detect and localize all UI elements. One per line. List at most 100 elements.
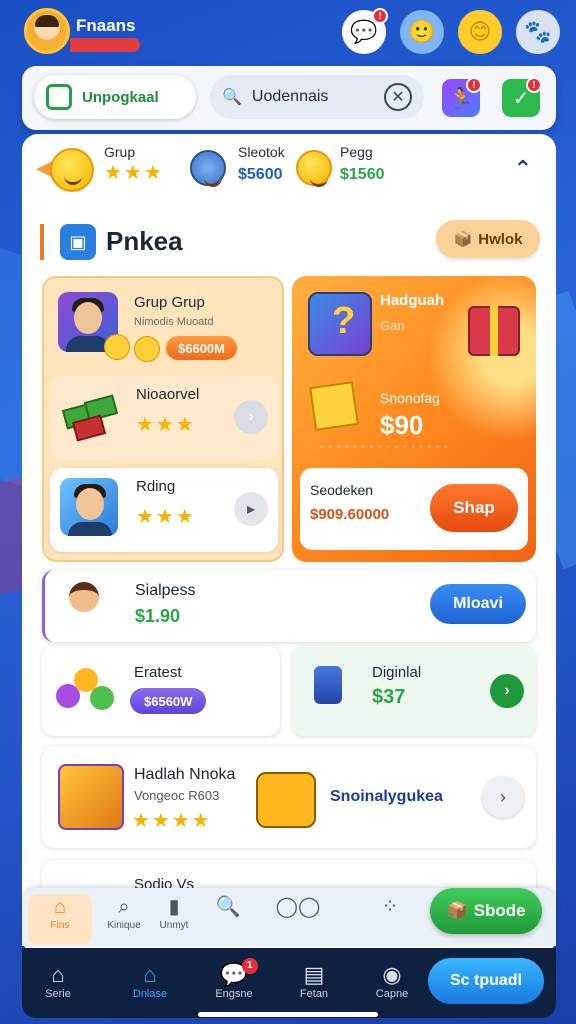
search-value: Uodennais [251,88,329,105]
item-name: Diginlal [372,664,422,681]
star-rating: ★★★ [136,414,196,436]
price-pill[interactable]: $6600M [166,336,237,360]
tab-find[interactable]: 🔍 [196,894,260,944]
players-row: ◀ Grup ★★★ Sleotok $5600 Pegg $1560 ⌃ [22,134,556,210]
list-item[interactable]: Hadlah Nnoka Vongeoc R603 ★★★★ Snoinalyg… [42,746,536,848]
nav-label: Dnlase [132,988,168,1000]
cash-icon [60,388,124,444]
list-item[interactable]: Diginlal $37 › [292,646,536,736]
purchase-price: $909.60000 [310,506,390,523]
player-value: $1560 [340,166,385,183]
search-input[interactable]: 🔍 Uodennais ✕ [210,75,424,119]
nav-item-home[interactable]: ⌂ Serie [22,962,94,1000]
chat-icon[interactable]: 💬! [342,8,388,54]
friend-avatar-icon[interactable]: 🙂 [400,10,444,54]
player-card[interactable]: Sleotok $5600 [238,144,285,184]
green-action-button[interactable]: 📦 Sbode [430,888,542,934]
right-promo-panel: Hadguah Gan Snonofag $90 • • • • • • • •… [292,276,536,562]
star-rating: ★★★ [136,506,196,528]
crate-icon [58,764,124,830]
nav-label: Fetan [299,988,329,1000]
chevron-right-icon[interactable]: › [482,776,524,818]
item-name: Eratest [134,664,182,681]
notification-badge: ! [372,8,388,24]
chevron-right-icon[interactable]: › [490,674,524,708]
box-icon: 📦 [446,901,468,920]
chevron-right-icon[interactable]: › [234,400,268,434]
notification-badge: ! [466,77,482,93]
nav-label: Capne [375,988,409,1000]
player-card[interactable]: Pegg $1560 [340,144,385,184]
nav-item-deals[interactable]: ⌂ Dnlase [114,962,186,1000]
puzzle-icon [308,292,372,356]
search-icon: 🔍 [222,89,242,106]
item-price: $1.90 [135,606,181,626]
home-icon: ⌂ [53,896,67,918]
list-item[interactable]: Eratest $6560W [42,646,280,736]
activity-icon[interactable]: 🏃! [442,77,482,117]
item-name: Hadlah Nnoka [134,766,236,783]
player-portrait [60,478,118,536]
tab-home[interactable]: ⌂ Fins [28,894,92,944]
star-rating: ★★★ [104,162,164,184]
list-item[interactable]: Rding ★★★ ▸ [50,468,278,552]
item-name: Nioaorvel [136,386,200,403]
section-action-label: Hwlok [478,230,523,248]
player-label: Pegg [340,144,373,160]
nav-item-chat[interactable]: 💬 1 Engsne [198,958,270,1000]
promo-label: Snonofag [380,390,440,406]
clear-search-button[interactable]: ✕ [384,83,412,111]
player-avatar [190,150,226,187]
character-icon [61,578,109,630]
collapse-icon[interactable]: ⌃ [514,156,532,182]
section-title: Pnkea [106,226,183,256]
featured-name: Grup Grup [134,294,205,311]
check-icon[interactable]: ✓! [502,77,542,117]
upload-button-label: Unpogkaal [82,88,159,106]
document-icon: ▤ [303,962,325,987]
home-icon: ⌂ [143,962,157,987]
upload-button[interactable]: Unpogkaal [34,75,196,119]
notification-badge: ! [526,77,542,93]
notification-badge: 1 [241,958,258,974]
robot-icon [256,772,316,828]
pet-icon[interactable]: 🐾 [516,10,560,54]
item-name: Rding [136,478,176,495]
shop-button[interactable]: Shap [430,484,518,532]
nav-item-profile[interactable]: ◉ Capne [356,962,428,1000]
price-pill[interactable]: $6560W [130,688,207,714]
list-item[interactable]: Nioaorvel ★★★ › [50,376,278,460]
glasses-icon: ◯◯ [275,896,321,918]
box-icon: 📦 [453,231,473,248]
tab-grid[interactable]: ⁘ [358,894,422,944]
tab-label: Fins [50,920,70,931]
purchase-label: Seodeken [310,482,374,498]
smiley-icon [104,334,130,360]
tab-view[interactable]: ◯◯ [266,894,330,944]
green-action-label: Sbode [473,901,526,920]
home-indicator [198,1012,378,1017]
player-card[interactable]: Grup ★★★ [104,144,164,185]
profile-avatar[interactable] [24,8,70,54]
section-accent [40,224,44,260]
item-name: Sialpess [135,582,196,599]
featured-player[interactable]: Grup Grup Nimodis Muoatd $6600M [58,292,278,368]
top-bar: Fnaans 💬! 🙂 😊 🐾 [0,0,576,64]
item-action-button[interactable]: Mloavi [430,584,526,624]
list-item[interactable]: Sialpess $1.90 Mloavi [42,570,536,642]
featured-subtitle: Nimodis Muoatd [134,316,214,328]
chevron-right-icon[interactable]: ▸ [234,492,268,526]
blue-action-button[interactable]: Sc tpuadl [428,958,544,1004]
player-value: $5600 [238,166,283,183]
section-action-button[interactable]: 📦 Hwlok [436,220,540,258]
shop-panel: ◀ Grup ★★★ Sleotok $5600 Pegg $1560 ⌃ ▣ … [22,134,556,954]
calendar-icon: ▣ [60,224,96,260]
purchase-box: Seodeken $909.60000 Shap [300,468,528,550]
divider: • • • • • • • • • • • • • • • • [320,442,449,453]
toolbar: Unpogkaal 🔍 Uodennais ✕ 🏃! ✓! [22,66,556,130]
promo-title: Hadguah [380,292,445,309]
promo-price: $90 [380,410,424,440]
smiley-icon[interactable]: 😊 [458,10,502,54]
nav-item-docs[interactable]: ▤ Fetan [278,962,350,1000]
player-label: Grup [104,144,136,160]
